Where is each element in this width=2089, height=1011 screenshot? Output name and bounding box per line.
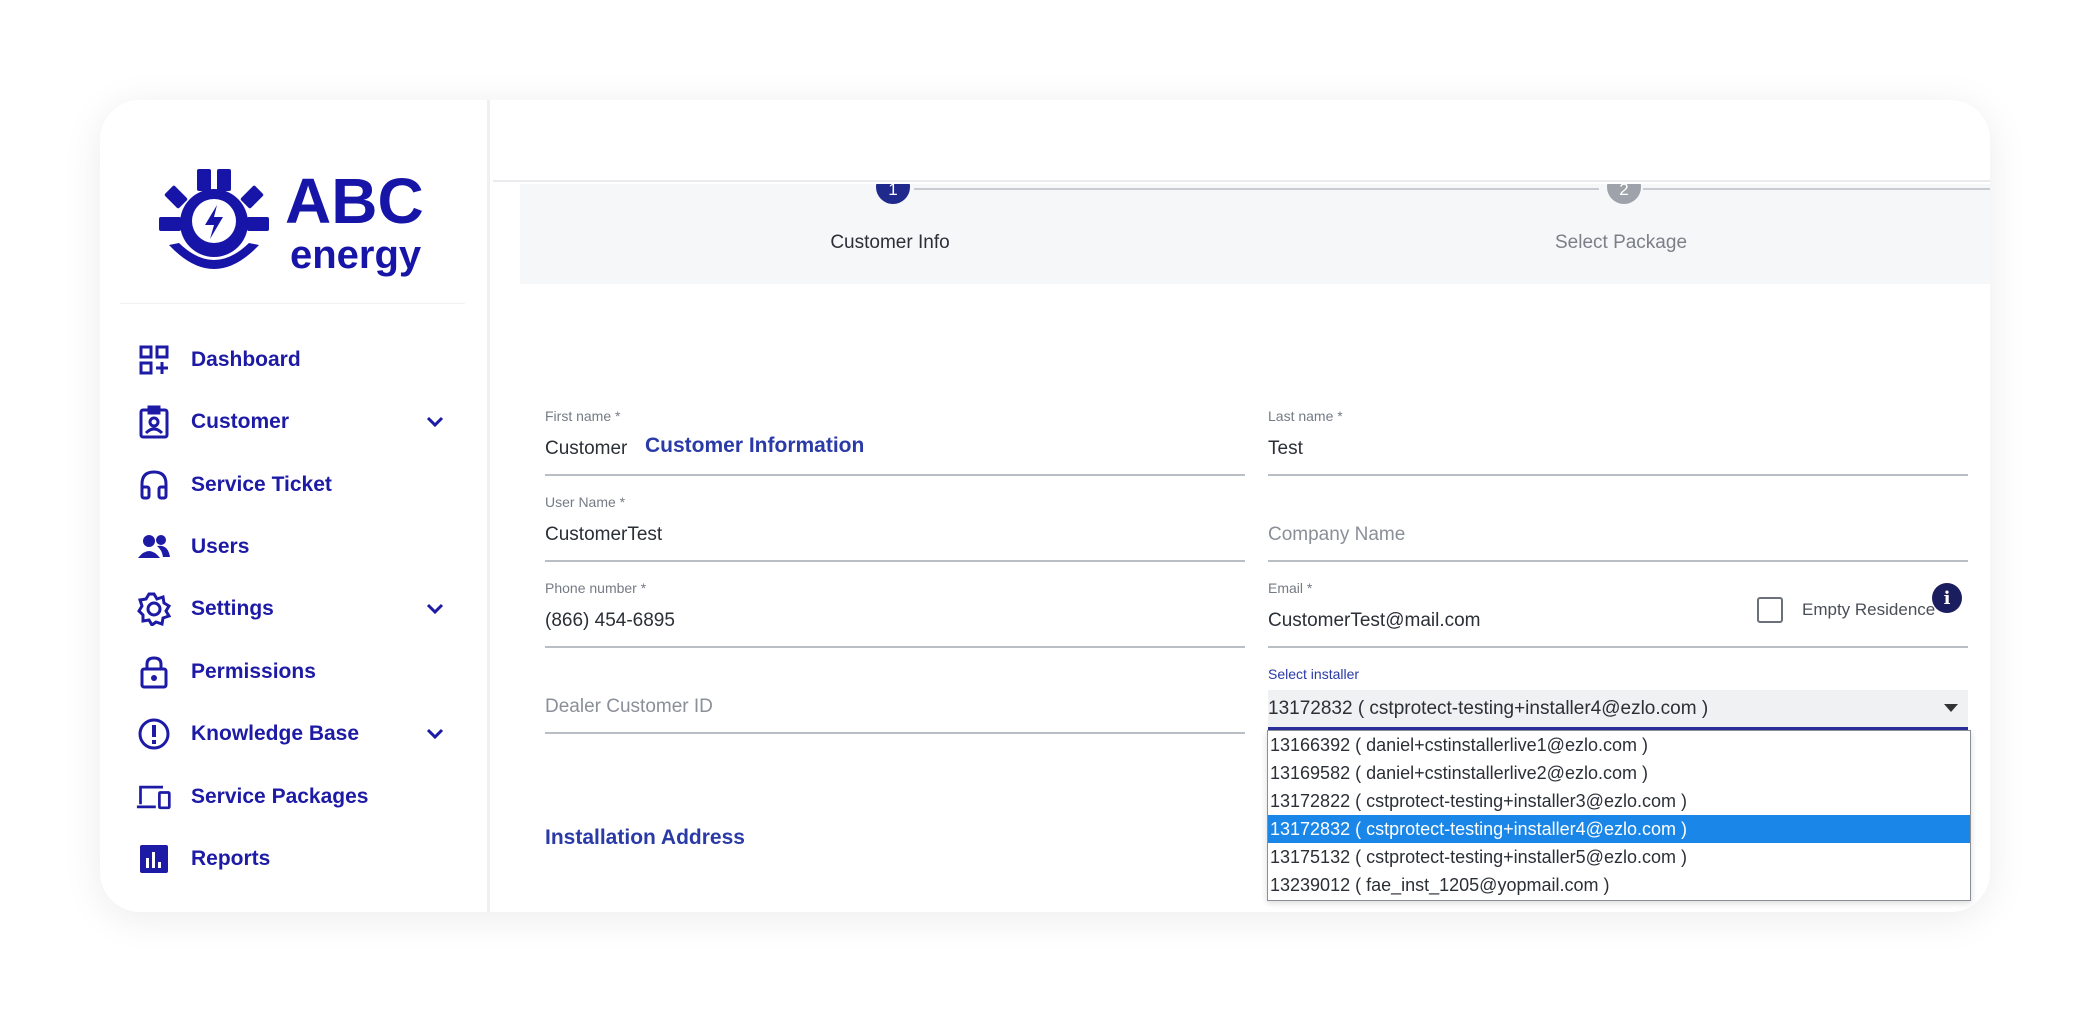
dealer-customer-id-input[interactable]: Dealer Customer ID — [545, 696, 713, 718]
installer-option[interactable]: 13166392 ( daniel+cstinstallerlive1@ezlo… — [1268, 731, 1970, 759]
last-name-field[interactable]: Last name * Test — [1268, 408, 1968, 476]
alert-circle-icon — [136, 716, 172, 752]
installer-option-selected[interactable]: 13172832 ( cstprotect-testing+installer4… — [1268, 815, 1970, 843]
empty-residence-checkbox[interactable] — [1757, 597, 1783, 623]
info-icon[interactable]: i — [1932, 583, 1962, 613]
id-badge-icon — [136, 404, 172, 440]
nav-label-service-ticket: Service Ticket — [191, 473, 332, 496]
users-icon — [136, 529, 172, 565]
chevron-down-icon[interactable] — [423, 597, 447, 621]
abc-energy-logo[interactable]: ABC energy — [157, 165, 457, 280]
select-installer-label: Select installer — [1268, 666, 1360, 682]
nav-label-knowledge-base: Knowledge Base — [191, 722, 360, 745]
installer-option[interactable]: 13169582 ( daniel+cstinstallerlive2@ezlo… — [1268, 759, 1970, 787]
installer-option[interactable]: 13175132 ( cstprotect-testing+installer5… — [1268, 843, 1970, 871]
nav-label-service-packages: Service Packages — [191, 785, 369, 808]
gear-icon — [136, 591, 172, 627]
nav-item-users[interactable]: Users — [136, 525, 456, 569]
top-bar — [493, 100, 1990, 182]
stepper-connector — [1643, 188, 1990, 190]
phone-number-input[interactable]: (866) 454-6895 — [545, 610, 675, 632]
nav-label-dashboard: Dashboard — [191, 348, 301, 371]
nav-item-reports[interactable]: Reports — [136, 837, 456, 881]
stepper-connector — [914, 188, 1599, 190]
last-name-input[interactable]: Test — [1268, 438, 1303, 460]
headset-icon — [136, 467, 172, 503]
user-name-input[interactable]: CustomerTest — [545, 524, 662, 546]
first-name-input[interactable]: Customer — [545, 438, 627, 460]
nav-item-service-packages[interactable]: Service Packages — [136, 775, 456, 819]
nav-item-permissions[interactable]: Permissions — [136, 650, 456, 694]
user-name-label: User Name * — [545, 494, 626, 510]
email-label: Email * — [1268, 580, 1313, 596]
nav-item-knowledge-base[interactable]: Knowledge Base — [136, 712, 456, 756]
last-name-label: Last name * — [1268, 408, 1343, 424]
nav-label-reports: Reports — [191, 847, 271, 870]
nav-label-customer: Customer — [191, 410, 290, 433]
chevron-down-icon[interactable] — [423, 722, 447, 746]
stepper: 1 2 Customer Info Select Package — [520, 184, 1990, 284]
nav-label-settings: Settings — [191, 597, 274, 620]
sidebar: ABC energy Dashboard Customer Service Ti… — [100, 100, 490, 912]
company-name-field[interactable]: Company Name — [1268, 494, 1968, 562]
app-window: ABC energy Dashboard Customer Service Ti… — [100, 100, 1990, 912]
step-1-indicator[interactable]: 1 — [876, 184, 910, 204]
nav-label-permissions: Permissions — [191, 660, 316, 683]
first-name-label: First name * — [545, 408, 621, 424]
empty-residence-label: Empty Residence — [1802, 600, 1936, 619]
dealer-customer-id-field[interactable]: Dealer Customer ID — [545, 666, 1245, 734]
bar-chart-icon — [136, 841, 172, 877]
logo-mark-icon: ABC energy — [159, 165, 424, 277]
phone-number-field[interactable]: Phone number * (866) 454-6895 — [545, 580, 1245, 648]
company-name-input[interactable]: Company Name — [1268, 524, 1405, 546]
installation-address-title: Installation Address — [545, 826, 745, 849]
nav-item-service-ticket[interactable]: Service Ticket — [136, 463, 456, 507]
dashboard-icon — [136, 342, 172, 378]
email-input[interactable]: CustomerTest@mail.com — [1268, 610, 1481, 632]
devices-icon — [136, 779, 172, 815]
nav-item-settings[interactable]: Settings — [136, 587, 456, 631]
chevron-down-icon[interactable] — [423, 410, 447, 434]
select-installer-value: 13172832 ( cstprotect-testing+installer4… — [1268, 698, 1709, 719]
step-2-label[interactable]: Select Package — [1555, 232, 1687, 254]
first-name-field[interactable]: First name * Customer — [545, 408, 1245, 476]
nav-item-dashboard[interactable]: Dashboard — [136, 338, 456, 382]
nav-label-users: Users — [191, 535, 250, 558]
logo-divider — [120, 303, 465, 304]
step-2-indicator[interactable]: 2 — [1607, 184, 1641, 204]
svg-text:ABC: ABC — [285, 165, 424, 237]
installer-option[interactable]: 13239012 ( fae_inst_1205@yopmail.com ) — [1268, 871, 1970, 899]
installer-options-list: 13166392 ( daniel+cstinstallerlive1@ezlo… — [1267, 730, 1971, 901]
nav-item-customer[interactable]: Customer — [136, 400, 456, 444]
lock-icon — [136, 654, 172, 690]
svg-text:energy: energy — [290, 233, 422, 277]
select-installer-dropdown[interactable]: 13172832 ( cstprotect-testing+installer4… — [1268, 690, 1968, 730]
installer-option[interactable]: 13172822 ( cstprotect-testing+installer3… — [1268, 787, 1970, 815]
caret-down-icon[interactable] — [1944, 704, 1958, 712]
user-name-field[interactable]: User Name * CustomerTest — [545, 494, 1245, 562]
phone-number-label: Phone number * — [545, 580, 647, 596]
step-1-label[interactable]: Customer Info — [830, 232, 949, 254]
